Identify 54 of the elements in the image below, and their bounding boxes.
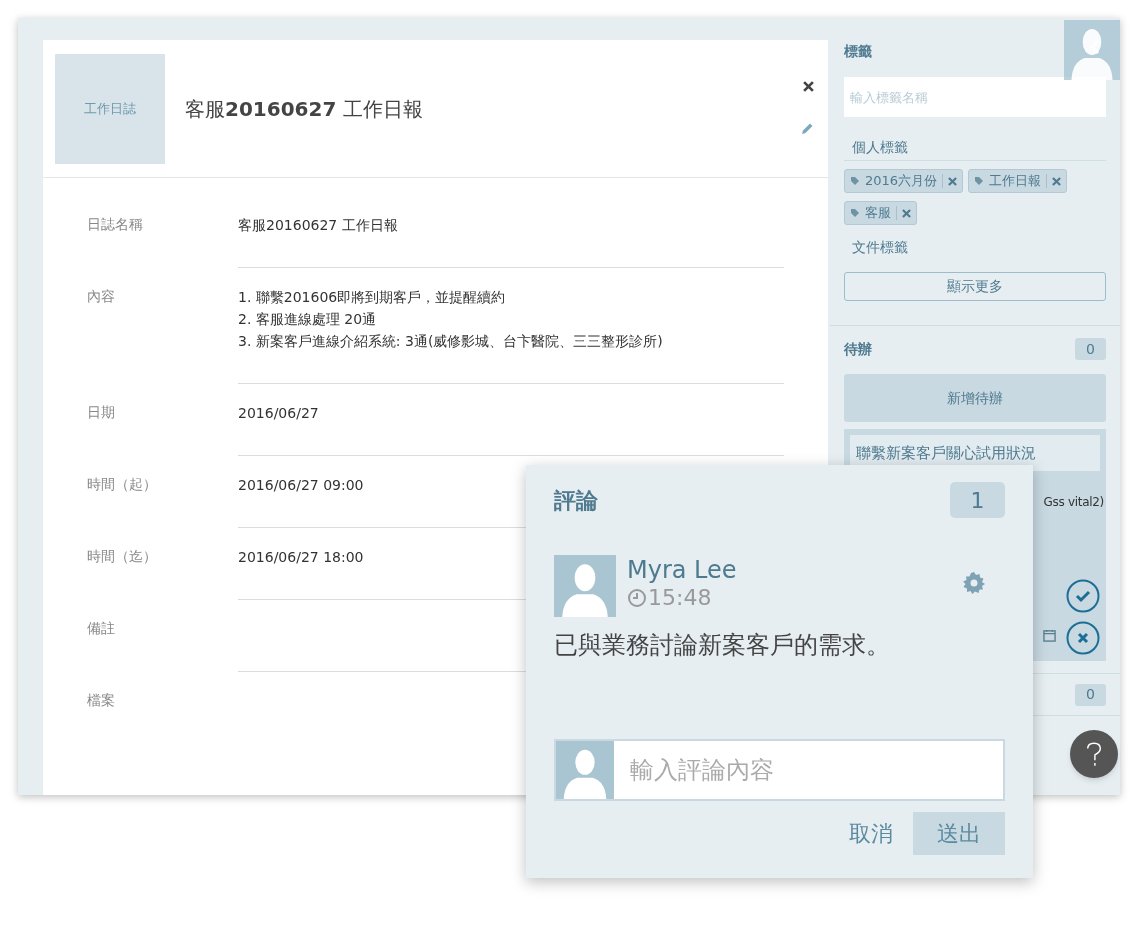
section-subtitle: 文件標籤 <box>851 238 909 257</box>
avatar[interactable] <box>1064 20 1120 80</box>
tag-icon <box>850 208 860 218</box>
field-label: 時間（迄） <box>87 547 158 566</box>
field-value: 2016/06/27 <box>238 404 320 423</box>
submit-button[interactable]: 送出 <box>913 812 1005 855</box>
remove-icon[interactable] <box>1052 176 1062 186</box>
show-more-button[interactable]: 顯示更多 <box>844 272 1106 301</box>
tag-label: 客服 <box>865 204 891 223</box>
calendar-icon[interactable] <box>1043 629 1056 642</box>
add-todo-button[interactable]: 新增待辦 <box>844 374 1106 422</box>
section-title: 待辦 <box>844 339 872 359</box>
clock-icon <box>627 588 647 608</box>
check-icon[interactable] <box>1066 579 1100 613</box>
field-value: 2. 客服進線處理 20通 <box>238 310 378 329</box>
author-name: Myra Lee <box>627 555 737 585</box>
field-label: 日誌名稱 <box>87 215 144 234</box>
remove-icon[interactable] <box>902 208 911 218</box>
field-value: 客服20160627 工作日報 <box>238 216 399 235</box>
comment-input[interactable]: 輸入評論內容 <box>614 741 1003 799</box>
close-icon[interactable] <box>803 81 814 92</box>
field-value: 1. 聯繫201606即將到期客戶，並提醒續約 <box>238 288 507 307</box>
cancel-button[interactable]: 取消 <box>849 817 893 850</box>
journal-thumbnail: 工作日誌 <box>55 53 165 164</box>
field-label: 檔案 <box>87 691 116 710</box>
journal-title: 客服20160627 工作日報 <box>185 95 423 123</box>
field-label: 備註 <box>87 619 116 638</box>
count-badge: 0 <box>1075 683 1106 706</box>
settings-icon[interactable] <box>962 571 986 595</box>
pencil-icon[interactable] <box>800 122 814 136</box>
section-title: 標籤 <box>844 43 872 59</box>
tag-icon <box>974 176 985 186</box>
field-label: 內容 <box>87 287 116 306</box>
tag-icon <box>850 176 860 186</box>
remove-icon[interactable] <box>948 176 958 186</box>
comment-time: 15:48 <box>648 585 712 611</box>
tag-label: 2016六月份 <box>865 172 938 191</box>
cancel-icon[interactable] <box>1066 621 1100 655</box>
help-icon <box>1085 741 1103 767</box>
count-badge: 0 <box>1075 338 1106 360</box>
user-avatar <box>556 741 614 799</box>
todo-text: Gss vital2) <box>1043 494 1104 511</box>
comment-text: 已與業務討論新案客戶的需求。 <box>554 630 891 661</box>
field-value: 3. 新案客戶進線介紹系統: 3通(威修影城、台卞醫院、三三整形診所) <box>238 332 664 351</box>
comment-field[interactable]: 輸入評論內容 <box>554 739 1005 801</box>
user-avatar <box>554 555 616 617</box>
section-subtitle: 個人標籤 <box>844 137 1106 161</box>
field-label: 時間（起） <box>87 475 158 494</box>
popup-title: 評論 <box>554 486 598 515</box>
field-value: 2016/06/27 09:00 <box>238 476 365 495</box>
field-label: 日期 <box>87 403 116 422</box>
count-badge: 1 <box>950 482 1005 518</box>
tag-label: 工作日報 <box>989 172 1042 191</box>
field-value: 2016/06/27 18:00 <box>238 548 365 567</box>
